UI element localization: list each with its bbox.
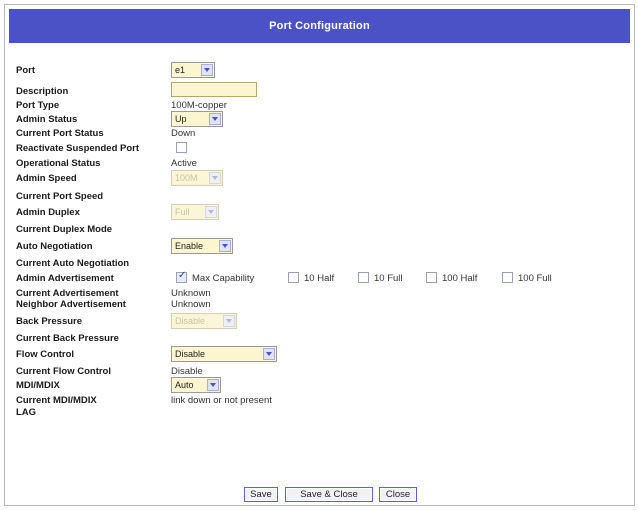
row-current-duplex-mode: Current Duplex Mode	[16, 223, 626, 237]
current-back-pressure-label: Current Back Pressure	[16, 333, 119, 344]
row-current-port-speed: Current Port Speed	[16, 190, 626, 204]
100-full-label: 100 Full	[518, 273, 552, 284]
chevron-down-icon	[209, 113, 221, 125]
description-label: Description	[16, 86, 69, 97]
admin-speed-label: Admin Speed	[16, 173, 77, 184]
admin-speed-value: 100M	[175, 173, 198, 183]
row-auto-negotiation: Auto Negotiation Enable	[16, 238, 626, 254]
admin-status-label: Admin Status	[16, 114, 78, 125]
port-select[interactable]: e1	[171, 62, 215, 78]
auto-negotiation-label: Auto Negotiation	[16, 241, 93, 252]
max-capability-checkbox[interactable]	[176, 270, 187, 283]
max-capability-label: Max Capability	[192, 273, 255, 284]
flow-control-label: Flow Control	[16, 349, 75, 360]
dialog-frame	[4, 4, 635, 506]
row-current-back-pressure: Current Back Pressure	[16, 332, 626, 346]
save-close-button[interactable]: Save & Close	[285, 487, 373, 502]
back-pressure-value: Disable	[175, 316, 206, 326]
100-half-label: 100 Half	[442, 273, 478, 284]
row-mdi-mdix: MDI/MDIX Auto	[16, 377, 626, 393]
row-admin-duplex: Admin Duplex Full	[16, 204, 626, 220]
flow-control-value: Disable	[175, 349, 206, 359]
row-current-auto-negotiation: Current Auto Negotiation	[16, 257, 626, 271]
row-admin-status: Admin Status Up	[16, 111, 626, 127]
operational-status-value: Active	[171, 158, 197, 169]
button-bar: Save Save & Close Close	[0, 487, 639, 503]
admin-speed-select[interactable]: 100M	[171, 170, 223, 186]
current-port-status-value: Down	[171, 128, 196, 139]
reactivate-suspended-label: Reactivate Suspended Port	[16, 143, 140, 154]
description-field[interactable]	[171, 82, 257, 97]
chevron-down-icon	[209, 172, 221, 184]
row-back-pressure: Back Pressure Disable	[16, 313, 626, 329]
admin-status-value: Up	[175, 114, 187, 124]
row-reactivate-suspended: Reactivate Suspended Port	[16, 142, 626, 156]
admin-duplex-label: Admin Duplex	[16, 207, 80, 218]
neighbor-advertisement-value: Unknown	[171, 299, 211, 310]
close-button[interactable]: Close	[379, 487, 417, 502]
chevron-down-icon	[263, 348, 275, 360]
current-auto-negotiation-label: Current Auto Negotiation	[16, 258, 130, 269]
row-port-type: Port Type 100M-copper	[16, 99, 626, 113]
10-half-checkbox[interactable]	[288, 272, 299, 283]
row-current-port-status: Current Port Status Down	[16, 127, 626, 141]
admin-advertisement-label: Admin Advertisement	[16, 273, 114, 284]
row-port: Port e1	[16, 62, 626, 78]
dialog-title: Port Configuration	[9, 9, 630, 43]
chevron-down-icon	[205, 206, 217, 218]
row-lag: LAG	[16, 406, 626, 420]
lag-label: LAG	[16, 407, 37, 418]
port-type-label: Port Type	[16, 100, 60, 111]
current-duplex-mode-label: Current Duplex Mode	[16, 224, 113, 235]
port-value: e1	[175, 65, 186, 75]
back-pressure-select[interactable]: Disable	[171, 313, 237, 329]
row-admin-advertisement: Admin Advertisement Max Capability 10 Ha…	[16, 270, 626, 286]
row-current-flow-control: Current Flow Control Disable	[16, 365, 626, 379]
row-flow-control: Flow Control Disable	[16, 346, 626, 362]
10-half-label: 10 Half	[304, 273, 335, 284]
row-neighbor-advertisement: Neighbor Advertisement Unknown	[16, 298, 626, 312]
mdi-mdix-label: MDI/MDIX	[16, 380, 60, 391]
row-description: Description	[16, 82, 626, 99]
auto-negotiation-value: Enable	[175, 241, 204, 251]
mdi-mdix-select[interactable]: Auto	[171, 377, 221, 393]
10-full-label: 10 Full	[374, 273, 403, 284]
mdi-mdix-value: Auto	[175, 380, 194, 390]
port-label: Port	[16, 65, 35, 76]
operational-status-label: Operational Status	[16, 158, 101, 169]
chevron-down-icon	[207, 379, 219, 391]
admin-status-select[interactable]: Up	[171, 111, 223, 127]
back-pressure-label: Back Pressure	[16, 316, 83, 327]
current-flow-control-label: Current Flow Control	[16, 366, 111, 377]
10-full-checkbox[interactable]	[358, 272, 369, 283]
current-port-speed-label: Current Port Speed	[16, 191, 104, 202]
row-operational-status: Operational Status Active	[16, 157, 626, 171]
row-admin-speed: Admin Speed 100M	[16, 170, 626, 186]
100-full-checkbox[interactable]	[502, 272, 513, 283]
100-half-checkbox[interactable]	[426, 272, 437, 283]
current-port-status-label: Current Port Status	[16, 128, 104, 139]
chevron-down-icon	[201, 64, 213, 76]
admin-duplex-value: Full	[175, 207, 190, 217]
reactivate-suspended-checkbox[interactable]	[176, 142, 187, 153]
admin-duplex-select[interactable]: Full	[171, 204, 219, 220]
neighbor-advertisement-label: Neighbor Advertisement	[16, 299, 126, 310]
chevron-down-icon	[223, 315, 235, 327]
chevron-down-icon	[219, 240, 231, 252]
auto-negotiation-select[interactable]: Enable	[171, 238, 233, 254]
flow-control-select[interactable]: Disable	[171, 346, 277, 362]
save-button[interactable]: Save	[244, 487, 278, 502]
